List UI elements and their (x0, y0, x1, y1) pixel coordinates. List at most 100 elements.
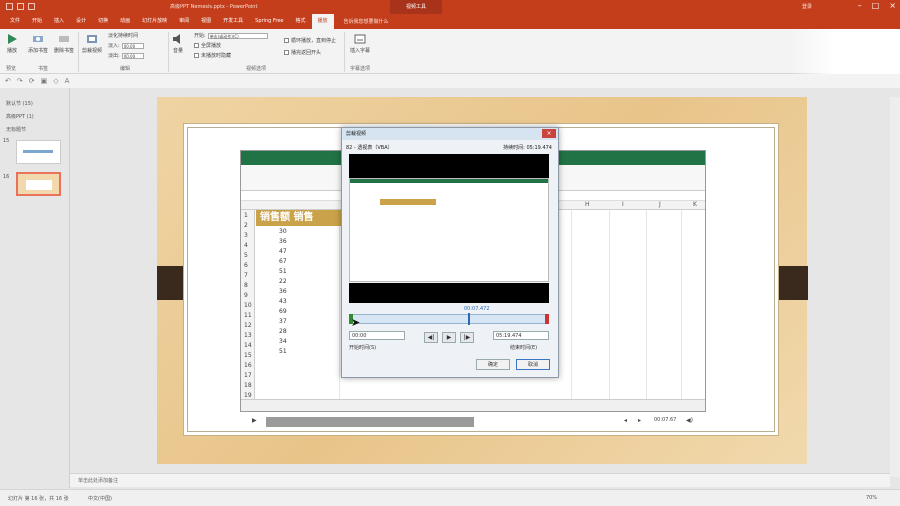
row-number: 13 (244, 332, 252, 339)
thumb-decoration (23, 150, 53, 153)
tab-view[interactable]: 视图 (195, 14, 217, 29)
tab-slideshow[interactable]: 幻灯片放映 (136, 14, 173, 29)
group-label-video-options: 视频选项 (246, 66, 267, 72)
row-number: 7 (244, 272, 248, 279)
zoom-level[interactable]: 70% (866, 495, 877, 501)
tab-insert[interactable]: 插入 (48, 14, 70, 29)
cell-value: 34 (279, 338, 287, 345)
cell-value: 22 (279, 278, 287, 285)
tab-review[interactable]: 审阅 (173, 14, 195, 29)
section-untitled[interactable]: 无标题节 (6, 126, 26, 133)
maximize-icon[interactable]: □ (872, 1, 880, 10)
add-bookmark-icon (33, 36, 43, 42)
undo-icon[interactable]: ↶ (5, 77, 11, 85)
fullscreen-option[interactable]: 全屏播放 (194, 42, 221, 49)
trim-timeline[interactable] (349, 313, 549, 325)
grid-line (646, 210, 647, 400)
play-icon[interactable]: ▶ (252, 417, 257, 424)
tab-animations[interactable]: 动画 (114, 14, 136, 29)
loop-option[interactable]: 循环播放，直到停止 (284, 37, 336, 44)
grid-line (681, 210, 682, 400)
notes-placeholder: 单击此处添加备注 (78, 478, 119, 484)
step-back-icon[interactable]: ◂ (624, 417, 627, 424)
section-advanced[interactable]: 高级PPT (1) (6, 113, 34, 120)
playhead-marker[interactable] (468, 313, 470, 325)
fullscreen-checkbox[interactable] (194, 43, 199, 48)
ok-button[interactable]: 确定 (476, 359, 510, 370)
format-icon[interactable]: ▣ (41, 77, 48, 85)
vertical-scrollbar[interactable] (890, 97, 900, 477)
section-default[interactable]: 默认节 (15) (6, 100, 33, 107)
fade-in-row: 淡入: 00.00 (108, 42, 144, 49)
shapes-icon[interactable]: ◇ (53, 77, 58, 85)
status-bar: 幻灯片 第 16 张，共 16 张 中文(中国) 70% (0, 489, 900, 506)
row-number: 8 (244, 282, 248, 289)
tab-format[interactable]: 格式 (290, 14, 312, 29)
text-icon[interactable]: A (65, 77, 70, 85)
close-icon[interactable]: × (889, 1, 896, 10)
cell-value: 43 (279, 298, 287, 305)
start-row: 开始: 单击(或动作)(C) (194, 32, 268, 39)
end-time-input[interactable]: 05:19.474 (493, 331, 549, 340)
rewind-checkbox[interactable] (284, 50, 289, 55)
hide-not-playing-option[interactable]: 未播放时隐藏 (194, 52, 231, 59)
trim-video-dialog: 剪裁视频 × 82 - 透视表（VBA） 持续时间: 05:19.474 00:… (341, 127, 559, 378)
cell-value: 69 (279, 308, 287, 315)
redo-icon[interactable]: ↷ (17, 77, 23, 85)
trim-video-button[interactable]: 剪裁视频 (82, 33, 102, 54)
playback-progress-track[interactable] (266, 417, 474, 427)
slide-thumbnail-15[interactable] (16, 140, 61, 164)
minimize-icon[interactable]: – (858, 1, 862, 10)
group-label-bookmarks: 书签 (38, 66, 49, 72)
tab-design[interactable]: 设计 (70, 14, 92, 29)
tab-transitions[interactable]: 切换 (92, 14, 114, 29)
play-preview-button[interactable]: 播放 (6, 33, 18, 54)
sign-in-link[interactable]: 登录 (802, 3, 812, 10)
col-header: K (693, 201, 697, 208)
step-forward-icon[interactable]: ▸ (638, 417, 641, 424)
add-bookmark-button[interactable]: 添加书签 (28, 33, 48, 54)
speaker-icon (173, 34, 180, 44)
slide-thumbnail-16[interactable] (16, 172, 61, 196)
slide-number: 16 (3, 174, 10, 180)
dialog-title: 剪裁视频 (342, 128, 558, 140)
notes-pane[interactable]: 单击此处添加备注 (70, 473, 890, 487)
undo-icon[interactable] (17, 3, 24, 10)
next-frame-button[interactable]: |▶ (460, 332, 474, 343)
refresh-icon[interactable]: ⟳ (29, 77, 35, 85)
insert-caption-button[interactable]: 插入字幕 (350, 33, 370, 54)
loop-checkbox[interactable] (284, 38, 289, 43)
window-title: 高级PPT Nemesis.pptx - PowerPoint (170, 4, 258, 10)
cell-value: 67 (279, 258, 287, 265)
group-label-edit: 编辑 (120, 66, 131, 72)
save-icon[interactable] (6, 3, 13, 10)
volume-icon[interactable]: ◀) (686, 417, 693, 424)
cell-value: 36 (279, 288, 287, 295)
fade-out-input[interactable]: 00.00 (121, 52, 144, 59)
ribbon-tabs: 文件 开始 插入 设计 切换 动画 幻灯片放映 审阅 视图 开发工具 Sprin… (0, 14, 900, 29)
remove-bookmark-button[interactable]: 删除书签 (54, 33, 74, 54)
tab-developer[interactable]: 开发工具 (217, 14, 249, 29)
cell-value: 30 (279, 228, 287, 235)
start-time-input[interactable]: 00:00 (349, 331, 405, 340)
rewind-option[interactable]: 播完返回开头 (284, 49, 321, 56)
fade-in-input[interactable]: 00.00 (121, 42, 144, 49)
preview-header-cell (380, 199, 436, 205)
tab-playback[interactable]: 播放 (311, 14, 334, 29)
video-row-numbers: 1 2 3 4 5 6 7 8 9 10 11 12 13 14 15 16 17 18 19 (241, 210, 255, 400)
tab-file[interactable]: 文件 (4, 14, 26, 29)
trim-end-handle[interactable] (545, 314, 549, 324)
row-number: 6 (244, 262, 248, 269)
play-button[interactable]: ▶ (442, 332, 456, 343)
redo-icon[interactable] (28, 3, 35, 10)
tell-me-search[interactable]: 告诉我您想要做什么 (334, 18, 389, 25)
hide-not-playing-checkbox[interactable] (194, 53, 199, 58)
tab-spring-free[interactable]: Spring Free (249, 14, 289, 29)
start-select[interactable]: 单击(或动作)(C) (207, 32, 268, 39)
previous-frame-button[interactable]: ◀| (424, 332, 438, 343)
tab-home[interactable]: 开始 (26, 14, 48, 29)
volume-button[interactable]: 音量 (172, 33, 184, 54)
row-number: 2 (244, 222, 248, 229)
dialog-close-icon[interactable]: × (542, 129, 556, 138)
cancel-button[interactable]: 取消 (516, 359, 550, 370)
